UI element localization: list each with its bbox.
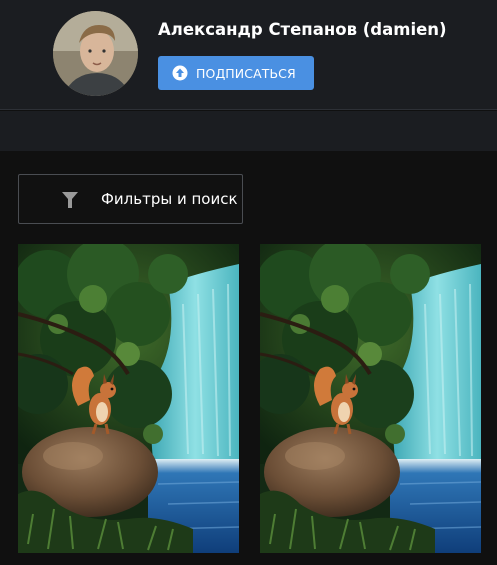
profile-header: Александр Степанов (damien) ПОДПИСАТЬСЯ (0, 0, 497, 110)
filters-label: Фильтры и поиск (101, 190, 238, 208)
gallery-item[interactable] (260, 244, 481, 553)
avatar-photo (53, 11, 138, 96)
avatar[interactable] (53, 11, 138, 96)
gallery-item[interactable] (18, 244, 239, 553)
user-name: Александр Степанов (damien) (158, 20, 447, 39)
arrow-up-circle-icon (172, 65, 188, 81)
filters-button[interactable]: Фильтры и поиск (18, 174, 243, 224)
funnel-icon (62, 192, 78, 208)
subscribe-label: ПОДПИСАТЬСЯ (196, 65, 296, 81)
gallery-image (260, 244, 481, 553)
gallery-image (18, 244, 239, 553)
profile-subbar (0, 111, 497, 151)
subscribe-button[interactable]: ПОДПИСАТЬСЯ (158, 56, 314, 90)
